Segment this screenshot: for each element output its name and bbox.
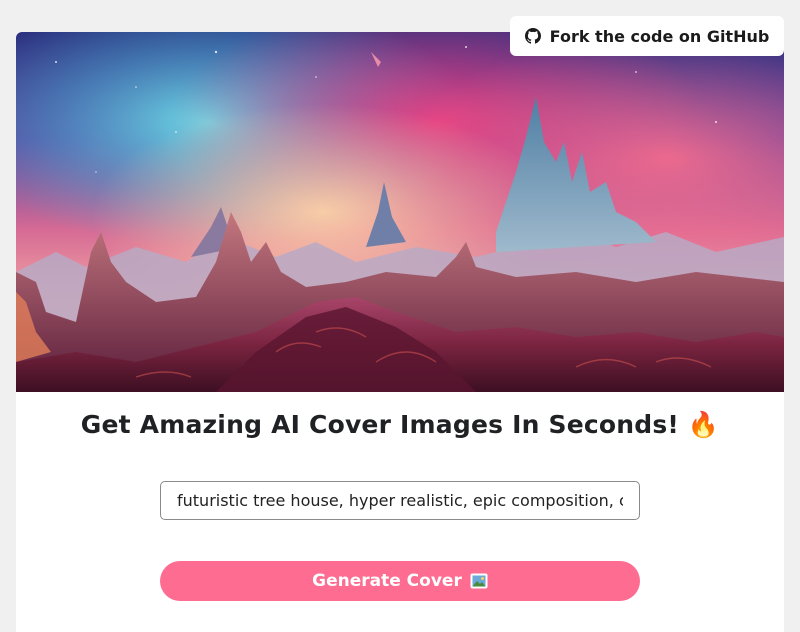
fork-github-button[interactable]: Fork the code on GitHub bbox=[510, 16, 784, 56]
hero-landscape-image bbox=[16, 32, 784, 392]
github-button-label: Fork the code on GitHub bbox=[549, 26, 770, 46]
cover-card: Get Amazing AI Cover Images In Seconds! … bbox=[16, 32, 784, 632]
generate-button-label: Generate Cover bbox=[312, 571, 462, 591]
generate-cover-button[interactable]: Generate Cover bbox=[160, 561, 640, 601]
picture-icon bbox=[470, 573, 488, 589]
page-headline: Get Amazing AI Cover Images In Seconds! … bbox=[80, 410, 720, 439]
github-icon bbox=[524, 28, 541, 44]
prompt-input[interactable] bbox=[160, 481, 640, 520]
